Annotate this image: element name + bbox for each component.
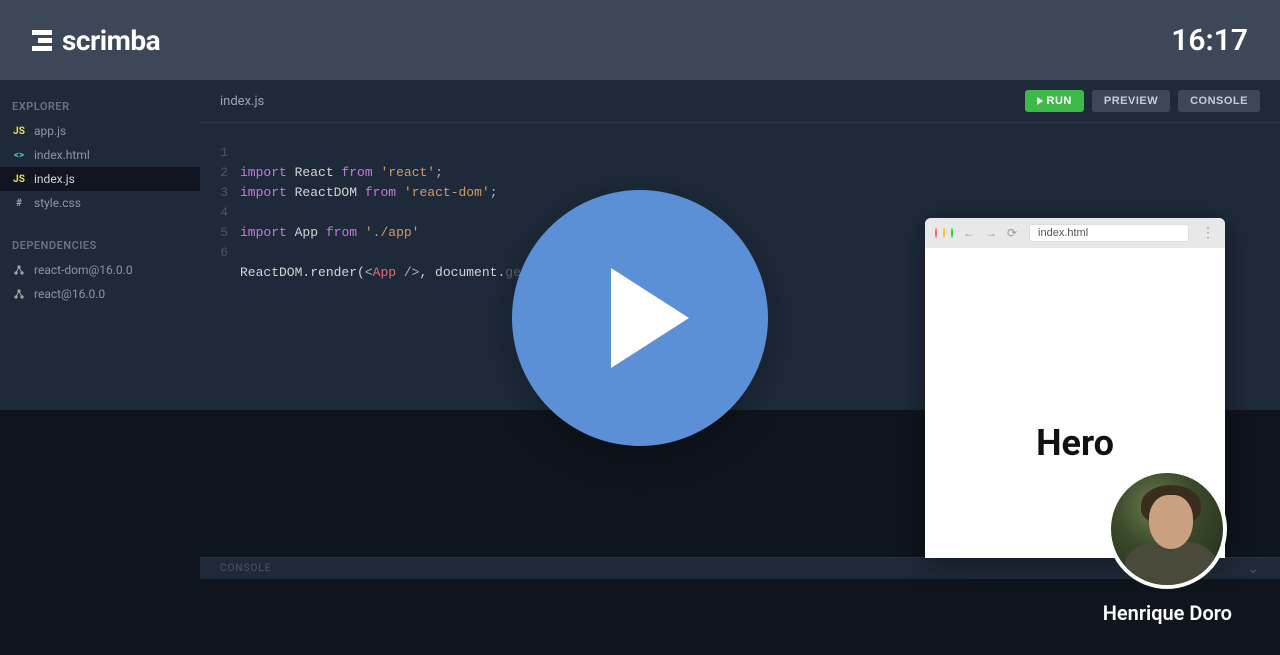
brand-name: scrimba: [62, 24, 160, 57]
console-button[interactable]: CONSOLE: [1178, 90, 1260, 112]
js-icon: JS: [12, 174, 26, 185]
url-input[interactable]: [1029, 224, 1189, 242]
instructor-name: Henrique Doro: [1103, 601, 1232, 625]
brand-logo[interactable]: scrimba: [32, 24, 160, 57]
dependency-react-dom[interactable]: react-dom@16.0.0: [0, 258, 200, 282]
file-app-js[interactable]: JS app.js: [0, 119, 200, 143]
sidebar: EXPLORER JS app.js <> index.html JS inde…: [0, 80, 200, 655]
file-index-js[interactable]: JS index.js: [0, 167, 200, 191]
css-icon: #: [12, 198, 26, 209]
file-style-css[interactable]: # style.css: [0, 191, 200, 215]
active-file-tab[interactable]: index.js: [220, 94, 264, 109]
browser-menu-icon[interactable]: ⋮: [1201, 225, 1215, 241]
window-minimize-icon[interactable]: [943, 228, 945, 238]
editor-header: index.js RUN PREVIEW CONSOLE: [200, 80, 1280, 123]
dependencies-title: DEPENDENCIES: [0, 233, 200, 258]
window-close-icon[interactable]: [935, 228, 937, 238]
editor-buttons: RUN PREVIEW CONSOLE: [1025, 90, 1260, 112]
play-button[interactable]: [512, 190, 768, 446]
dependency-label: react@16.0.0: [34, 287, 105, 301]
run-button[interactable]: RUN: [1025, 90, 1084, 112]
dependency-label: react-dom@16.0.0: [34, 263, 133, 277]
timestamp: 16:17: [1171, 23, 1248, 58]
file-label: index.js: [34, 172, 75, 186]
play-icon: [611, 268, 689, 368]
explorer-title: EXPLORER: [0, 94, 200, 119]
run-label: RUN: [1047, 95, 1072, 107]
preview-button[interactable]: PREVIEW: [1092, 90, 1170, 112]
js-icon: JS: [12, 126, 26, 137]
browser-chrome: ← → ⟳ ⋮: [925, 218, 1225, 248]
play-icon: [1037, 97, 1043, 105]
console-label: CONSOLE: [220, 563, 271, 574]
file-label: index.html: [34, 148, 90, 162]
file-index-html[interactable]: <> index.html: [0, 143, 200, 167]
dependency-icon: [12, 264, 26, 276]
file-label: style.css: [34, 196, 81, 210]
instructor-card: Henrique Doro: [1103, 469, 1232, 625]
app-header: scrimba 16:17: [0, 0, 1280, 80]
html-icon: <>: [12, 150, 26, 161]
dependency-icon: [12, 288, 26, 300]
window-maximize-icon[interactable]: [951, 228, 953, 238]
file-label: app.js: [34, 124, 66, 138]
nav-reload-icon[interactable]: ⟳: [1007, 226, 1017, 240]
dependency-react[interactable]: react@16.0.0: [0, 282, 200, 306]
instructor-avatar[interactable]: [1107, 469, 1227, 589]
scrimba-logo-icon: [32, 30, 52, 51]
nav-forward-icon[interactable]: →: [985, 226, 997, 240]
hero-heading: Hero: [1036, 422, 1114, 464]
nav-back-icon[interactable]: ←: [963, 226, 975, 240]
console-collapse-toggle[interactable]: ⌄: [1247, 561, 1260, 577]
